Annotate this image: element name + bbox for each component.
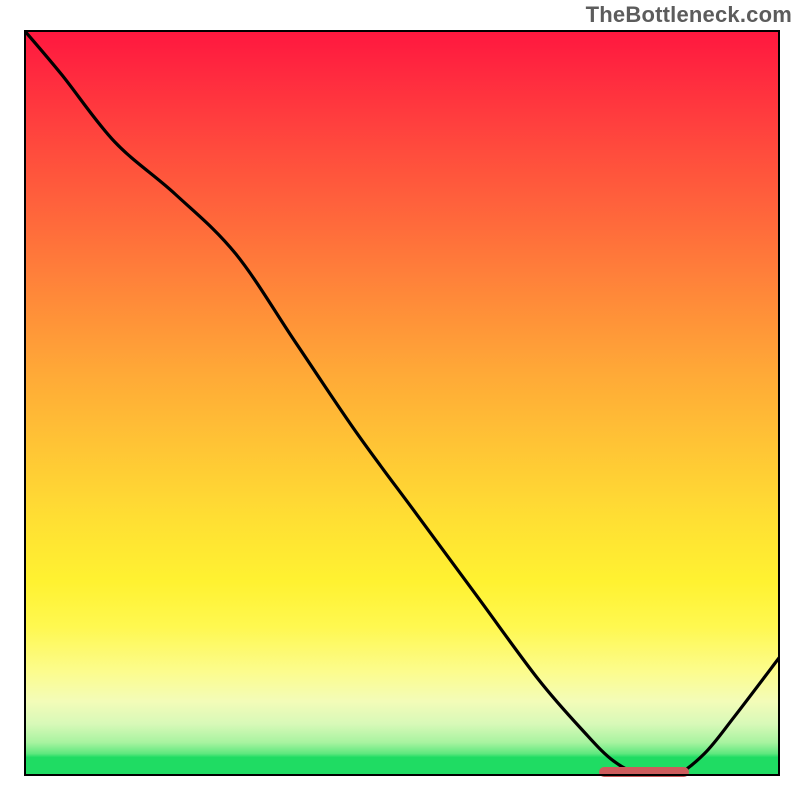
chart-stage: TheBottleneck.com bbox=[0, 0, 800, 800]
gradient-background bbox=[24, 30, 780, 776]
watermark-text: TheBottleneck.com bbox=[586, 2, 792, 28]
plot-area bbox=[24, 30, 780, 776]
optimal-marker bbox=[599, 767, 690, 777]
